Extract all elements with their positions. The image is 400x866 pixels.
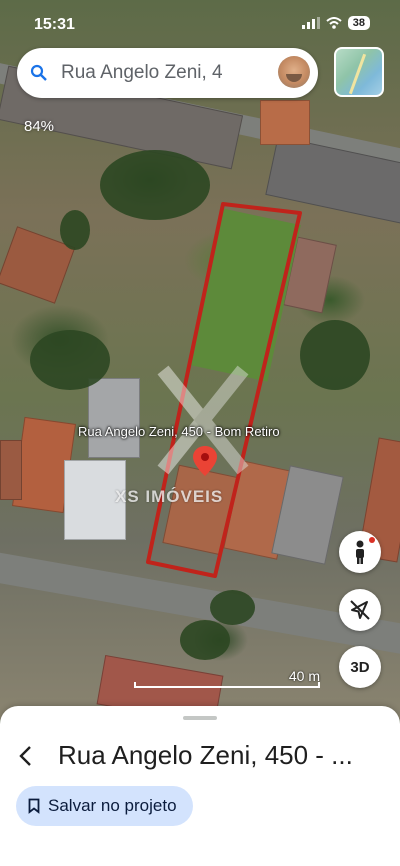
zoom-level: 84%	[24, 118, 55, 135]
chevron-left-icon	[19, 746, 31, 766]
scale-bar	[134, 682, 320, 688]
pegman-icon	[356, 540, 364, 564]
avatar[interactable]	[278, 56, 310, 88]
layers-map-thumbnail[interactable]	[334, 47, 384, 97]
view-3d-button[interactable]: 3D	[339, 646, 381, 688]
save-to-project-button[interactable]: Salvar no projeto	[16, 786, 193, 826]
street-view-button[interactable]	[339, 531, 381, 573]
location-pin-icon[interactable]	[193, 446, 217, 476]
status-bar: 15:31 38	[0, 0, 400, 44]
drag-handle[interactable]	[183, 716, 217, 720]
status-icons: 38	[301, 16, 370, 30]
clock: 15:31	[34, 16, 75, 33]
pin-address-label: Rua Angelo Zeni, 450 - Bom Retiro	[78, 424, 280, 439]
location-off-button[interactable]	[339, 589, 381, 631]
notification-dot	[369, 537, 375, 543]
place-bottom-sheet[interactable]: Rua Angelo Zeni, 450 - ... Salvar no pro…	[0, 706, 400, 866]
bookmark-icon	[28, 798, 40, 814]
battery-indicator: 38	[347, 16, 370, 30]
navigation-off-icon	[350, 600, 370, 620]
wifi-icon	[326, 17, 342, 29]
save-to-project-label: Salvar no projeto	[48, 796, 177, 815]
back-button[interactable]	[10, 736, 40, 776]
search-input[interactable]: Rua Angelo Zeni, 4	[61, 62, 261, 84]
search-bar[interactable]: Rua Angelo Zeni, 4	[17, 48, 318, 98]
watermark-text: XS IMÓVEIS	[115, 487, 224, 506]
search-icon[interactable]	[17, 48, 61, 98]
place-title: Rua Angelo Zeni, 450 - ...	[58, 740, 353, 770]
cellular-signal-icon	[301, 17, 320, 29]
map-scale: 40 m	[134, 668, 320, 690]
